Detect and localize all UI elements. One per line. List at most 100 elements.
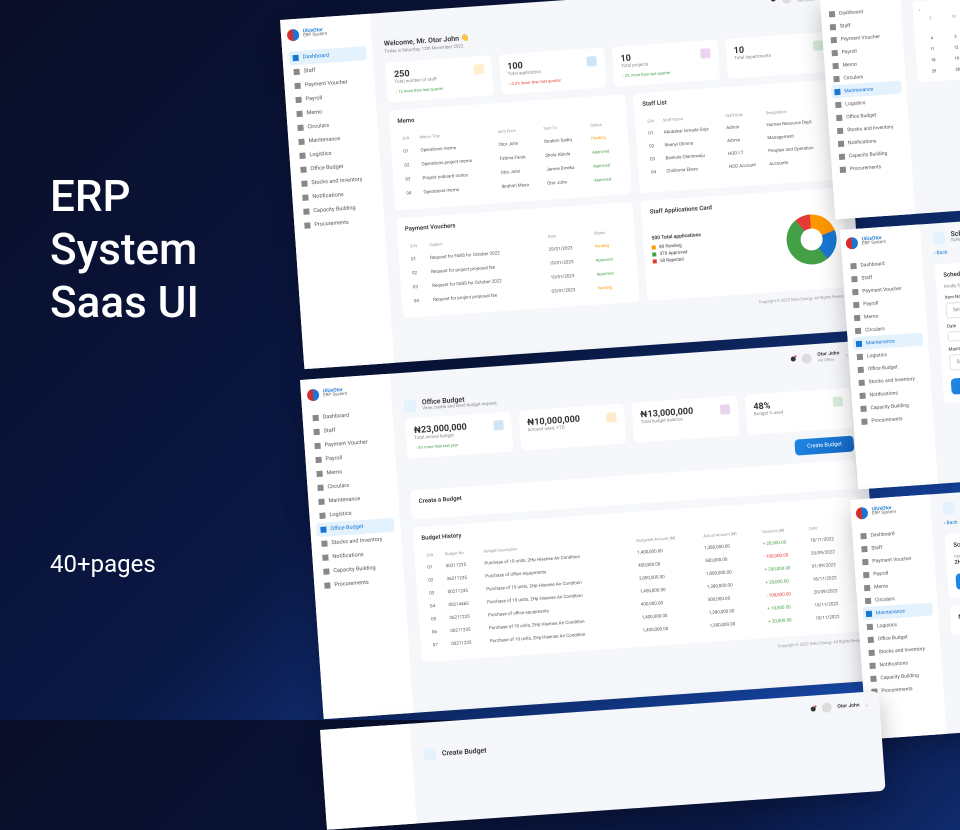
memo-table: S/NMemo TitleSent FromSent ToStatus01Ope… <box>398 116 624 202</box>
nav-icon <box>851 275 857 281</box>
cal-date[interactable]: 18 <box>922 54 944 64</box>
wrench-icon <box>932 231 945 244</box>
copyright: Copyright © 20 <box>919 90 960 107</box>
nav-icon <box>858 379 864 385</box>
calendar[interactable]: ‹› SMTWTFS123456789101112131415161718192… <box>912 0 960 82</box>
cal-prev[interactable]: ‹ <box>919 7 921 12</box>
stat-card: 10Total projects↑ 2% more than last quar… <box>612 40 720 87</box>
nav-icon <box>833 75 839 81</box>
nav-icon <box>860 532 866 538</box>
cal-date[interactable]: 12 <box>945 42 960 52</box>
chevron-down-icon[interactable]: ▾ <box>845 353 847 358</box>
stat-icon <box>719 404 730 415</box>
nav-icon <box>313 429 319 435</box>
nav-icon <box>838 140 844 146</box>
stat-icon <box>813 40 824 51</box>
nav-icon <box>317 485 323 491</box>
nav-icon <box>856 340 862 346</box>
hero-title: ERPSystemSaas UI <box>50 170 199 328</box>
cal-day-head: S <box>919 15 941 22</box>
nav-icon <box>831 36 837 42</box>
cal-date <box>920 22 942 32</box>
nav-icon <box>324 582 330 588</box>
avatar[interactable] <box>821 702 832 713</box>
nav-icon <box>864 584 870 590</box>
cal-date[interactable]: 19 <box>946 53 960 63</box>
donut-chart <box>785 213 838 266</box>
logo-icon <box>856 507 869 520</box>
nav-icon <box>300 167 306 173</box>
avatar[interactable] <box>801 353 812 364</box>
create-budget-button[interactable]: Create Budget <box>795 436 855 456</box>
stat-icon <box>606 412 617 423</box>
nav-icon <box>314 443 320 449</box>
nav-icon <box>865 597 871 603</box>
legend-swatch <box>652 245 656 249</box>
stat-card: ₦23,000,000Total annual budget↑ 5% more … <box>405 411 513 458</box>
logo[interactable]: UiUxOtorERP System <box>307 384 386 401</box>
budget-icon <box>404 399 417 412</box>
history-table: S/NBudget No.Budget DescriptionBudgeted … <box>422 518 858 654</box>
nav-icon <box>835 101 841 107</box>
legend-swatch <box>653 252 657 256</box>
budget-icon <box>424 748 437 761</box>
nav-icon <box>859 392 865 398</box>
stat-card: 48%Budget % used <box>745 388 853 435</box>
attach-invoice-button[interactable]: Attach Payment Invoice <box>955 568 960 590</box>
bell-icon[interactable] <box>790 356 795 361</box>
nav-icon <box>295 97 301 103</box>
avatar[interactable] <box>781 0 792 3</box>
nav-icon <box>870 675 876 681</box>
bell-icon[interactable] <box>810 706 815 711</box>
logo[interactable]: UiUxOtorERP System <box>846 233 917 250</box>
wrench-icon <box>942 501 955 514</box>
nav-icon <box>861 418 867 424</box>
nav-icon <box>298 139 304 145</box>
page-title: Schedule Maintenance <box>950 225 960 238</box>
nav-icon <box>862 558 868 564</box>
cal-date[interactable]: 25 <box>923 65 945 75</box>
sidebar <box>320 724 417 830</box>
nav-icon <box>854 314 860 320</box>
nav-icon <box>319 513 325 519</box>
date-label: Date <box>947 317 960 330</box>
nav-icon <box>320 527 326 533</box>
stat-card: ₦13,000,000Total budget balance <box>631 396 739 443</box>
item-label: Item Name <box>954 550 960 560</box>
scheduled-title: Scheduled Maintenance <box>953 529 960 549</box>
nav-icon <box>860 405 866 411</box>
cal-date[interactable]: 4 <box>921 33 943 43</box>
cal-date[interactable]: 5 <box>944 31 960 41</box>
nav-icon <box>292 55 298 61</box>
nav-icon <box>852 288 858 294</box>
schedule-button[interactable]: Schedule Maintenance <box>951 373 960 395</box>
nav-icon <box>316 471 322 477</box>
maintenance-form-preview: UiUxOtorERP System DashboardStaffPayment… <box>840 209 960 489</box>
nav-icon <box>318 499 324 505</box>
nav-icon <box>832 62 838 68</box>
nav-icon <box>302 194 308 200</box>
cal-date[interactable]: 26 <box>947 64 960 74</box>
logo-icon <box>287 29 300 42</box>
hero-subtitle: 40+pages <box>50 550 156 578</box>
stat-icon <box>493 420 504 431</box>
nav-icon <box>321 540 327 546</box>
nav-icon <box>836 114 842 120</box>
logo[interactable]: UiUxOtorERP System <box>856 503 927 520</box>
page-title: Create Budget <box>442 746 487 757</box>
cal-date[interactable]: 11 <box>921 44 943 54</box>
nav-icon <box>867 623 873 629</box>
legend-swatch <box>653 259 657 263</box>
nav-icon <box>855 327 861 333</box>
nav-icon <box>323 568 329 574</box>
budget-preview: UiUxOtorERP System DashboardStaffPayment… <box>300 341 882 719</box>
nav-icon <box>293 69 299 75</box>
nav-icon <box>869 662 875 668</box>
nav-icon <box>832 49 838 55</box>
nav-icon <box>297 125 303 131</box>
bell-icon[interactable] <box>770 0 775 2</box>
item-label: Item Name <box>945 288 960 301</box>
logo[interactable]: UiUxOtorERP System <box>287 24 366 41</box>
stat-card: 10Total departments <box>725 32 833 79</box>
nav-icon <box>304 222 310 228</box>
